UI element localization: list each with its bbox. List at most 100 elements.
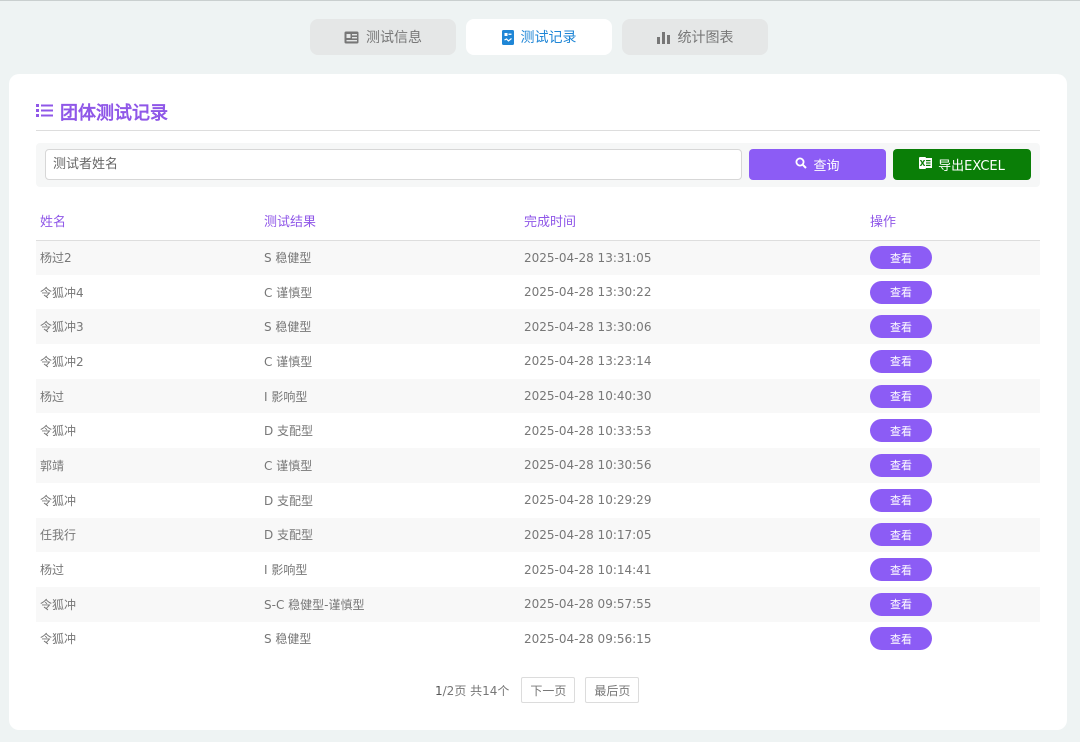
cell-time: 2025-04-28 13:30:22	[524, 285, 652, 300]
records-table: 姓名 测试结果 完成时间 操作 杨过2 S 稳健型 2025-04-28 13:31…	[36, 202, 1040, 657]
table-body: 杨过2 S 稳健型 2025-04-28 13:31:05 查看 令狐冲4 C 谨慎型 20…	[36, 240, 1040, 657]
current-page: 1	[435, 683, 443, 698]
cell-time: 2025-04-28 10:30:56	[524, 458, 652, 473]
table-header-row: 姓名 测试结果 完成时间 操作	[36, 202, 1040, 241]
cell-name: 杨过	[40, 389, 65, 404]
view-button[interactable]: 查看	[870, 488, 932, 512]
cell-result: S-C 稳健型-谨慎型	[264, 597, 365, 612]
cell-time: 2025-04-28 13:31:05	[524, 250, 652, 265]
cell-name: 令狐冲	[40, 493, 77, 508]
view-button[interactable]: 查看	[870, 419, 932, 443]
cell-name: 令狐冲	[40, 632, 77, 647]
record-icon	[501, 29, 514, 45]
query-button[interactable]: 查询	[749, 149, 886, 180]
cell-action: 查看	[866, 344, 1040, 379]
table-row: 令狐冲 D 支配型 2025-04-28 10:29:29 查看	[36, 482, 1040, 518]
tab-bar: 测试信息 测试记录 统计图表	[310, 19, 768, 55]
cell-action: 查看	[866, 483, 1040, 518]
cell-result: I 影响型	[264, 563, 308, 578]
table-row: 杨过 I 影响型 2025-04-28 10:14:41 查看	[36, 552, 1040, 587]
header-action: 操作	[866, 202, 1040, 241]
page-summary: /2页 共14个	[442, 683, 510, 698]
cell-result: D 支配型	[264, 493, 314, 508]
cell-action: 查看	[866, 413, 1040, 448]
search-icon	[795, 157, 808, 173]
tab-statistics-chart[interactable]: 统计图表	[622, 19, 768, 55]
cell-name: 令狐冲	[40, 597, 77, 612]
table-row: 令狐冲 S-C 稳健型-谨慎型 2025-04-28 09:57:55 查看	[36, 586, 1040, 622]
cell-time: 2025-04-28 09:57:55	[524, 597, 652, 612]
cell-name: 令狐冲2	[40, 354, 84, 369]
list-icon	[36, 102, 53, 123]
view-button[interactable]: 查看	[870, 315, 932, 339]
cell-action: 查看	[866, 587, 1040, 622]
cell-time: 2025-04-28 13:30:06	[524, 319, 652, 334]
svg-text:X: X	[920, 159, 926, 168]
search-input[interactable]	[45, 149, 742, 180]
tab-label: 测试信息	[366, 30, 422, 46]
excel-icon: X	[919, 156, 933, 173]
pagination: 1/2页 共14个 下一页 最后页	[435, 677, 640, 703]
cell-result: I 影响型	[264, 389, 308, 404]
cell-name: 令狐冲3	[40, 320, 84, 335]
table-row: 杨过 I 影响型 2025-04-28 10:40:30 查看	[36, 378, 1040, 414]
export-button-label: 导出EXCEL	[938, 159, 1005, 174]
title-divider	[36, 130, 1040, 131]
cell-action: 查看	[866, 518, 1040, 553]
last-page-button[interactable]: 最后页	[585, 677, 640, 703]
cell-result: C 谨慎型	[264, 285, 313, 300]
cell-name: 郭靖	[40, 458, 65, 473]
table-row: 杨过2 S 稳健型 2025-04-28 13:31:05 查看	[36, 240, 1040, 275]
next-page-button[interactable]: 下一页	[521, 677, 576, 703]
cell-result: S 稳健型	[264, 320, 312, 335]
search-bar: 查询 X 导出EXCEL	[36, 143, 1040, 187]
header-result: 测试结果	[260, 202, 520, 241]
cell-action: 查看	[866, 379, 1040, 414]
table-row: 令狐冲2 C 谨慎型 2025-04-28 13:23:14 查看	[36, 344, 1040, 379]
view-button[interactable]: 查看	[870, 627, 932, 651]
cell-time: 2025-04-28 10:40:30	[524, 389, 652, 404]
cell-action: 查看	[866, 275, 1040, 310]
tab-test-records[interactable]: 测试记录	[466, 19, 612, 55]
cell-action: 查看	[866, 240, 1040, 275]
cell-name: 任我行	[40, 528, 77, 543]
cell-result: D 支配型	[264, 424, 314, 439]
cell-time: 2025-04-28 10:33:53	[524, 423, 652, 438]
header-time: 完成时间	[520, 202, 866, 241]
tab-test-info[interactable]: 测试信息	[310, 19, 456, 55]
view-button[interactable]: 查看	[870, 384, 932, 408]
view-button[interactable]: 查看	[870, 558, 932, 582]
cell-name: 令狐冲4	[40, 285, 84, 300]
view-button[interactable]: 查看	[870, 246, 932, 270]
records-card: 团体测试记录 查询 X 导出EXCEL 姓名 测试结果 完成时间 操作 杨过2S	[9, 74, 1067, 730]
cell-action: 查看	[866, 309, 1040, 344]
cell-time: 2025-04-28 10:14:41	[524, 562, 652, 577]
cell-time: 2025-04-28 09:56:15	[524, 631, 652, 646]
header-name: 姓名	[36, 202, 260, 241]
view-button[interactable]: 查看	[870, 453, 932, 477]
view-button[interactable]: 查看	[870, 523, 932, 547]
cell-result: S 稳健型	[264, 632, 312, 647]
page-title-text: 团体测试记录	[60, 103, 168, 124]
cell-action: 查看	[866, 448, 1040, 483]
cell-name: 杨过	[40, 563, 65, 578]
export-excel-button[interactable]: X 导出EXCEL	[893, 149, 1031, 180]
page-title: 团体测试记录	[36, 99, 168, 125]
view-button[interactable]: 查看	[870, 592, 932, 616]
view-button[interactable]: 查看	[870, 280, 932, 304]
view-button[interactable]: 查看	[870, 349, 932, 373]
bar-chart-icon	[656, 31, 671, 44]
cell-time: 2025-04-28 10:17:05	[524, 527, 652, 542]
tab-label: 统计图表	[677, 30, 734, 46]
table-row: 令狐冲 S 稳健型 2025-04-28 09:56:15 查看	[36, 621, 1040, 657]
page-info: 1/2页 共14个	[435, 682, 509, 699]
table-row: 令狐冲 D 支配型 2025-04-28 10:33:53 查看	[36, 413, 1040, 449]
cell-time: 2025-04-28 13:23:14	[524, 354, 652, 369]
table-row: 令狐冲4 C 谨慎型 2025-04-28 13:30:22 查看	[36, 274, 1040, 310]
cell-name: 令狐冲	[40, 424, 77, 439]
table-row: 郭靖 C 谨慎型 2025-04-28 10:30:56 查看	[36, 448, 1040, 483]
table-row: 任我行 D 支配型 2025-04-28 10:17:05 查看	[36, 517, 1040, 553]
cell-result: C 谨慎型	[264, 458, 313, 473]
cell-result: D 支配型	[264, 528, 314, 543]
id-card-icon	[344, 31, 359, 44]
